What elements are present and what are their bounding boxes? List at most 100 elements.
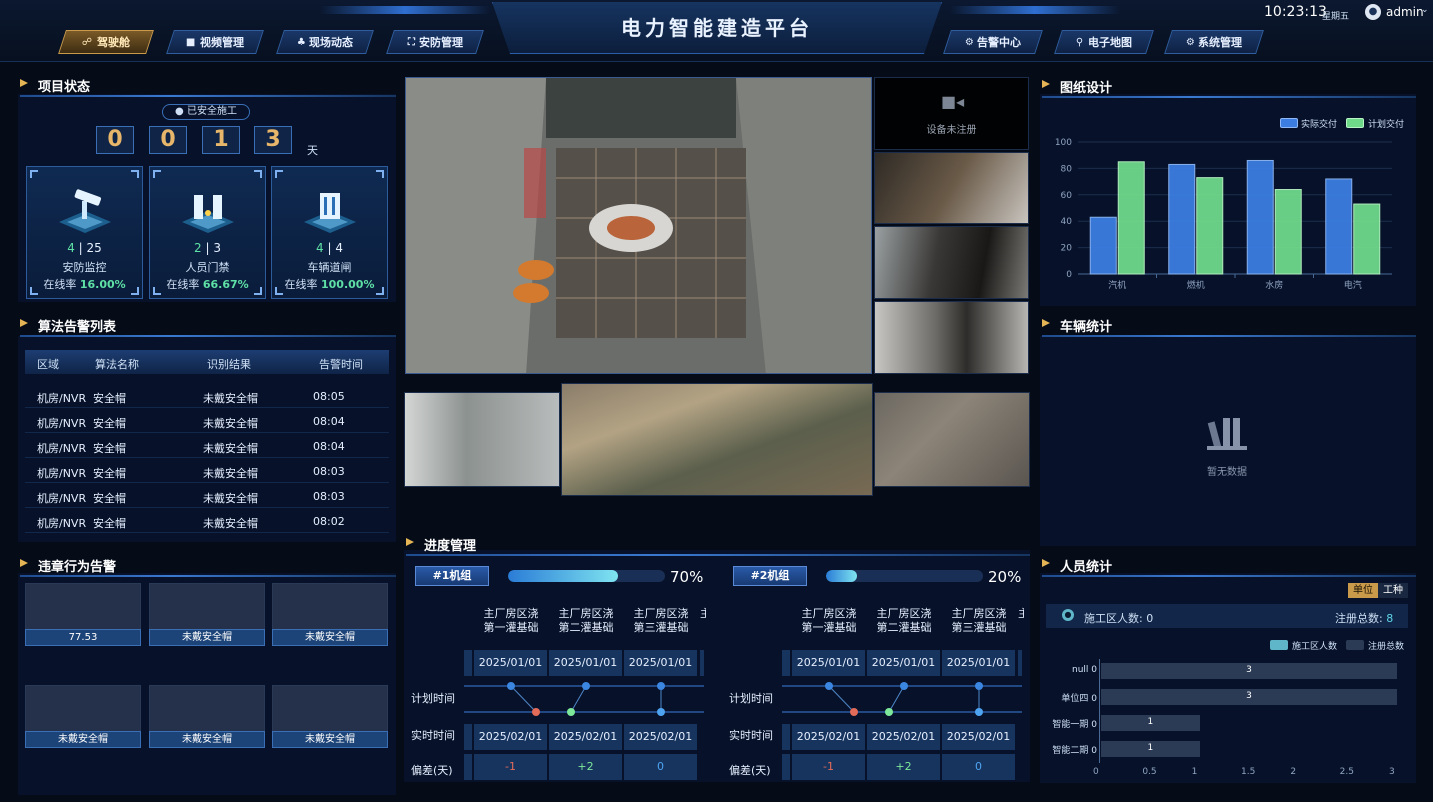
video-feed-office[interactable] — [874, 152, 1029, 224]
bar — [1274, 189, 1302, 275]
violation-thumbnail[interactable]: 77.53 — [25, 583, 141, 646]
nav-video[interactable]: ■ 视频管理 — [166, 30, 264, 54]
plan-date-partial — [700, 650, 704, 676]
toggle-trade[interactable]: 工种 — [1378, 583, 1408, 598]
unit-tag[interactable]: #2机组 — [733, 566, 807, 586]
y-tick-label: 80 — [1061, 164, 1073, 174]
plan-date: 2025/01/01 — [942, 650, 1015, 676]
row-label-deviation: 偏差(天) — [411, 764, 453, 777]
plan-date: 2025/01/01 — [474, 650, 547, 676]
safety-badge-label: 已安全施工 — [186, 106, 237, 117]
site-icon: ♣ — [296, 36, 306, 48]
stage-label: 主厂房区浇 第二灌基础 — [558, 607, 614, 634]
nav-site[interactable]: ♣ 现场动态 — [276, 30, 374, 54]
card-count: 2 | 3 — [194, 241, 221, 255]
unit-tag[interactable]: #1机组 — [415, 566, 489, 586]
device-card-access[interactable]: 2 | 3 人员门禁 在线率 66.67% — [149, 166, 266, 299]
settings-icon: ⚙ — [1185, 36, 1195, 48]
table-cell: 未戴安全帽 — [203, 417, 258, 430]
card-rate: 在线率 100.00% — [284, 278, 375, 291]
violation-label: 未戴安全帽 — [149, 731, 265, 748]
plan-point — [975, 682, 983, 690]
header-decoration-left — [320, 6, 490, 14]
nav-alarm-center[interactable]: ⚙ 告警中心 — [943, 30, 1043, 54]
video-feed-earthworks[interactable] — [561, 383, 873, 496]
weekday: 星期五 — [1322, 12, 1350, 22]
deviation-link — [570, 685, 587, 713]
user-avatar-icon[interactable]: ● — [1365, 4, 1381, 20]
violation-thumbnail[interactable]: 未戴安全帽 — [149, 685, 265, 748]
table-row[interactable]: 机房/NVR 安全帽 未戴安全帽 08:05 — [25, 384, 389, 408]
personnel-chart: null 0 3 单位四 0 3 智能一期 0 1 智能二期 0 1 0 0.5 1 1.5 2 2.5 3 — [1040, 655, 1416, 780]
grid-stub — [464, 724, 472, 750]
chevron-down-icon[interactable]: ⌄ — [1421, 5, 1429, 15]
violation-thumbnail[interactable]: 未戴安全帽 — [272, 685, 388, 748]
grid-stub — [782, 754, 790, 780]
device-card-surveillance[interactable]: 4 | 25 安防监控 在线率 16.00% — [26, 166, 143, 299]
actual-date: 2025/02/01 — [474, 724, 547, 750]
table-row[interactable]: 机房/NVR 安全帽 未戴安全帽 08:03 — [25, 484, 389, 508]
progress-percent: 20% — [988, 568, 1022, 586]
table-cell: 安全帽 — [93, 442, 126, 455]
video-feed-machine[interactable] — [874, 301, 1029, 374]
card-corner — [376, 170, 384, 178]
empty-data-label: 暂无数据 — [1207, 467, 1247, 478]
table-cell: 机房/NVR — [37, 467, 87, 480]
grid-stub — [464, 650, 472, 676]
table-cell: 机房/NVR — [37, 392, 87, 405]
actual-date: 2025/02/01 — [624, 724, 697, 750]
table-cell: 08:03 — [313, 465, 345, 478]
nav-map[interactable]: ⚲ 电子地图 — [1054, 30, 1154, 54]
bar-value: 1 — [1147, 717, 1154, 727]
violation-thumbnail[interactable]: 未戴安全帽 — [25, 685, 141, 748]
nav-security[interactable]: ⛶ 安防管理 — [386, 30, 484, 54]
violation-thumbnail[interactable]: 未戴安全帽 — [272, 583, 388, 646]
deviation-value: -1 — [474, 754, 547, 780]
alarm-icon: ⚙ — [964, 36, 974, 48]
legend-label-site: 施工区人数 — [1292, 642, 1338, 652]
y-tick-label: 智能二期 0 — [1052, 746, 1097, 756]
table-cell: 安全帽 — [93, 417, 126, 430]
deviation-value: +2 — [549, 754, 622, 780]
deviation-value: -1 — [792, 754, 865, 780]
toggle-unit[interactable]: 单位 — [1348, 583, 1378, 598]
video-feed-room[interactable] — [874, 226, 1029, 299]
table-row[interactable]: 机房/NVR 安全帽 未戴安全帽 08:02 — [25, 509, 389, 533]
video-slot-unregistered[interactable]: ■◂ 设备未注册 — [874, 77, 1029, 150]
device-card-vehicle[interactable]: 4 | 4 车辆道闸 在线率 100.00% — [271, 166, 388, 299]
nav-settings[interactable]: ⚙ 系统管理 — [1164, 30, 1264, 54]
plan-point — [582, 682, 590, 690]
col-result: 识别结果 — [207, 358, 251, 371]
table-row[interactable]: 机房/NVR 安全帽 未戴安全帽 08:04 — [25, 434, 389, 458]
violation-label: 未戴安全帽 — [272, 731, 388, 748]
legend-swatch-registered — [1346, 640, 1364, 650]
bar — [1117, 161, 1145, 275]
violation-thumbnail[interactable]: 未戴安全帽 — [149, 583, 265, 646]
actual-date: 2025/02/01 — [549, 724, 622, 750]
y-tick-label: 60 — [1061, 191, 1073, 201]
card-count: 4 | 25 — [67, 241, 102, 255]
deviation-link — [888, 685, 905, 713]
nav-label: 电子地图 — [1087, 36, 1132, 49]
card-name: 车辆道闸 — [307, 261, 352, 274]
table-row[interactable]: 机房/NVR 安全帽 未戴安全帽 08:03 — [25, 459, 389, 483]
card-count: 4 | 4 — [316, 241, 343, 255]
nav-cockpit[interactable]: ☍ 驾驶舱 — [58, 30, 154, 54]
site-count: 施工区人数: 0 — [1084, 612, 1154, 625]
bar: 3 — [1101, 663, 1397, 679]
table-row[interactable]: 机房/NVR 安全帽 未戴安全帽 08:04 — [25, 409, 389, 433]
video-feed-gauges[interactable] — [404, 392, 560, 487]
table-cell: 未戴安全帽 — [203, 392, 258, 405]
user-name[interactable]: admin — [1386, 5, 1424, 19]
violation-label: 未戴安全帽 — [272, 629, 388, 646]
grid-stub — [464, 754, 472, 780]
card-corner — [275, 170, 283, 178]
video-feed-rebar[interactable] — [874, 392, 1030, 487]
plan-point — [657, 682, 665, 690]
card-corner — [275, 287, 283, 295]
main-video-feed[interactable] — [405, 77, 872, 374]
violations-title: 违章行为告警 — [20, 555, 396, 577]
deviation-value: 0 — [942, 754, 1015, 780]
vehicle-barrier-icon — [304, 193, 356, 233]
y-tick-label: 智能一期 0 — [1052, 720, 1097, 730]
